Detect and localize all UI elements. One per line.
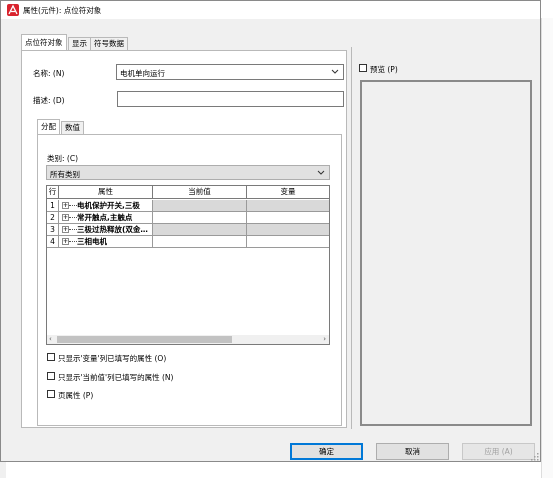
property-cell[interactable]: + 三极过热释放(双金… [59,224,153,236]
property-name: 三相电机 [77,237,107,246]
property-cell[interactable]: + 电机保护开关,三极 [59,200,153,212]
page-properties-label[interactable]: 页属性 (P) [58,390,93,401]
apply-button[interactable]: 应用 (A) [462,443,535,460]
expand-icon[interactable]: + [61,224,77,235]
ok-button[interactable]: 确定 [290,443,363,460]
expand-icon[interactable]: + [61,236,77,247]
chevron-down-icon [317,170,325,175]
property-name: 电机保护开关,三极 [77,201,140,210]
variable-cell[interactable] [247,224,329,236]
preview-checkbox[interactable] [359,64,367,72]
scroll-right-icon[interactable]: › [323,335,326,344]
current-value-cell[interactable] [153,236,247,248]
description-input[interactable] [117,91,344,107]
resize-grip-icon[interactable] [531,453,539,461]
property-cell[interactable]: + 常开触点,主触点 [59,212,153,224]
scrollbar-thumb[interactable] [57,336,232,343]
expand-icon[interactable]: + [61,200,77,211]
tab-placeholder-object[interactable]: 点位符对象 [21,34,67,50]
background-app-right-edge [541,18,553,478]
background-app-bottom-edge [6,462,541,478]
tab-display[interactable]: 显示 [68,37,91,50]
column-header-variable[interactable]: 变量 [247,186,329,199]
properties-dialog: 属性(元件): 点位符对象 点位符对象 显示 符号数据 名称: (N) 电机单向… [0,0,541,462]
preview-area [360,80,532,426]
row-number: 3 [47,224,59,236]
preview-label[interactable]: 预览 (P) [370,64,398,75]
row-number: 4 [47,236,59,248]
row-number: 1 [47,200,59,212]
window-title: 属性(元件): 点位符对象 [23,6,102,15]
panel-divider [351,47,352,429]
current-value-cell[interactable] [153,224,247,236]
tab-values[interactable]: 数值 [61,121,84,134]
column-header-property[interactable]: 属性 [59,186,153,199]
row-number: 2 [47,212,59,224]
variable-cell[interactable] [247,236,329,248]
description-label: 描述: (D) [33,96,65,105]
filter-variable-label[interactable]: 只显示'变量'列已填写的属性 (O) [58,353,166,364]
variable-cell[interactable] [247,212,329,224]
tab-assignment[interactable]: 分配 [37,119,60,134]
variable-cell[interactable] [247,200,329,212]
property-cell[interactable]: + 三相电机 [59,236,153,248]
property-name: 三极过热释放(双金… [77,225,148,234]
category-value: 所有类别 [50,170,80,179]
filter-current-value-label[interactable]: 只显示'当前值'列已填写的属性 (N) [58,372,173,383]
name-label: 名称: (N) [33,69,65,78]
current-value-cell[interactable] [153,200,247,212]
name-combobox[interactable]: 电机单向运行 [116,64,344,80]
category-combobox[interactable]: 所有类别 [46,165,330,180]
tab-symbol-data[interactable]: 符号数据 [90,37,128,50]
page-properties-checkbox[interactable] [47,390,55,398]
expand-icon[interactable]: + [61,212,77,223]
title-bar[interactable]: 属性(元件): 点位符对象 [1,1,540,19]
app-logo-icon [7,4,19,16]
filter-variable-checkbox[interactable] [47,353,55,361]
name-value: 电机单向运行 [120,69,165,78]
horizontal-scrollbar[interactable]: ‹ › [47,335,329,344]
current-value-cell[interactable] [153,212,247,224]
scroll-left-icon[interactable]: ‹ [49,335,52,344]
property-name: 常开触点,主触点 [77,213,133,222]
cancel-button[interactable]: 取消 [376,443,449,460]
table-row[interactable]: 1 + 电机保护开关,三极 [47,200,329,212]
table-row[interactable]: 2 + 常开触点,主触点 [47,212,329,224]
chevron-down-icon [331,69,339,74]
table-row[interactable]: 3 + 三极过热释放(双金… [47,224,329,236]
filter-current-value-checkbox[interactable] [47,372,55,380]
column-header-current-value[interactable]: 当前值 [153,186,247,199]
table-row[interactable]: 4 + 三相电机 [47,236,329,248]
property-grid[interactable]: 行 属性 当前值 变量 1 + 电机保护开关,三极 2 + 常开触点,主触点 3 +… [46,185,330,345]
column-header-row[interactable]: 行 [47,186,59,199]
category-label: 类别: (C) [47,154,78,163]
